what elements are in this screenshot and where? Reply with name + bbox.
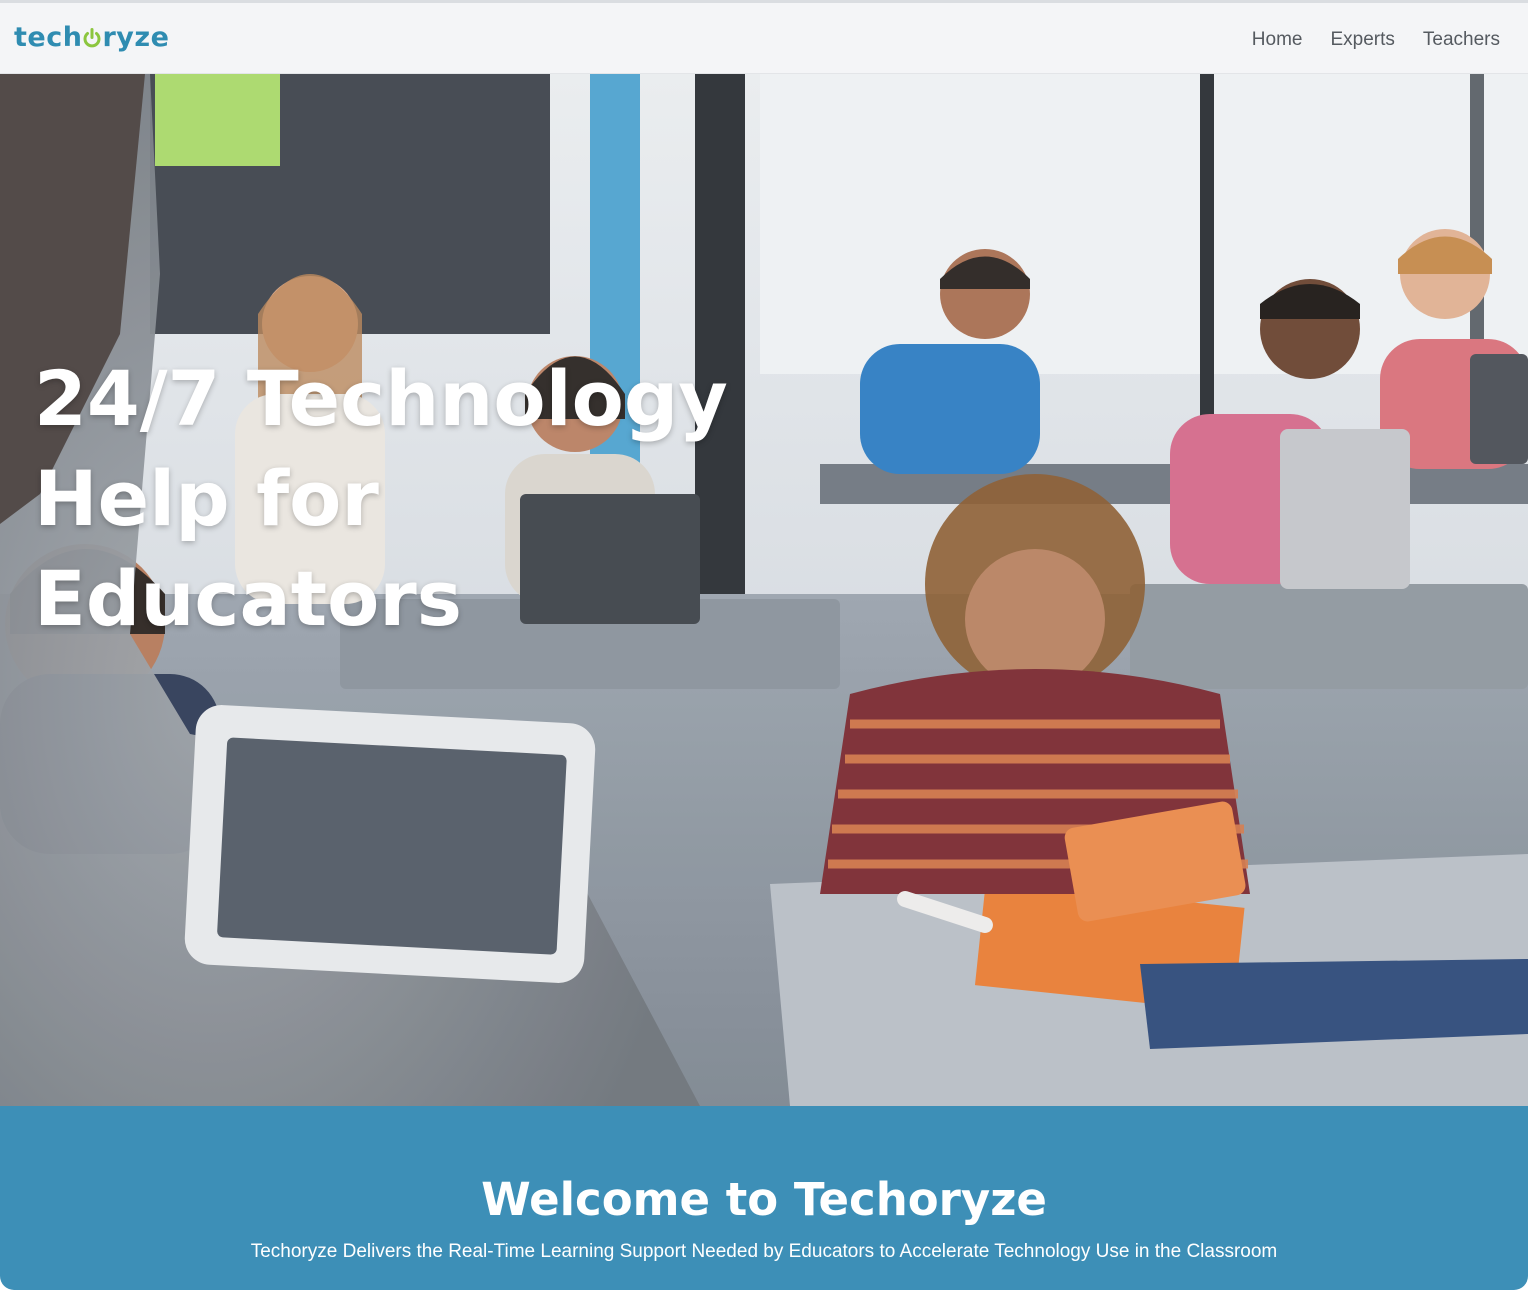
logo-text-ryze: ryze — [102, 21, 170, 53]
logo[interactable]: tech ryze — [14, 17, 169, 57]
nav-home-link[interactable]: Home — [1238, 25, 1317, 55]
navbar: tech ryze Home Experts Teachers — [0, 3, 1528, 74]
nav-experts-link[interactable]: Experts — [1316, 25, 1408, 55]
hero-title: 24/7 Technology Help for Educators — [34, 349, 794, 649]
welcome-section: Welcome to Techoryze Techoryze Delivers … — [0, 1106, 1528, 1290]
power-icon — [83, 28, 101, 48]
hero-section: 24/7 Technology Help for Educators — [0, 74, 1528, 1106]
logo-text-tech: tech — [14, 21, 83, 53]
main-nav: Home Experts Teachers — [1238, 25, 1500, 55]
nav-teachers-link[interactable]: Teachers — [1409, 25, 1500, 55]
welcome-subtitle: Techoryze Delivers the Real-Time Learnin… — [250, 1241, 1278, 1262]
hero-title-line-2: Help for Educators — [34, 454, 463, 643]
hero-title-line-1: 24/7 Technology — [34, 354, 728, 443]
page: tech ryze Home Experts Teachers 24/7 Tec… — [0, 0, 1528, 1290]
welcome-title: Welcome to Techoryze — [481, 1173, 1047, 1226]
